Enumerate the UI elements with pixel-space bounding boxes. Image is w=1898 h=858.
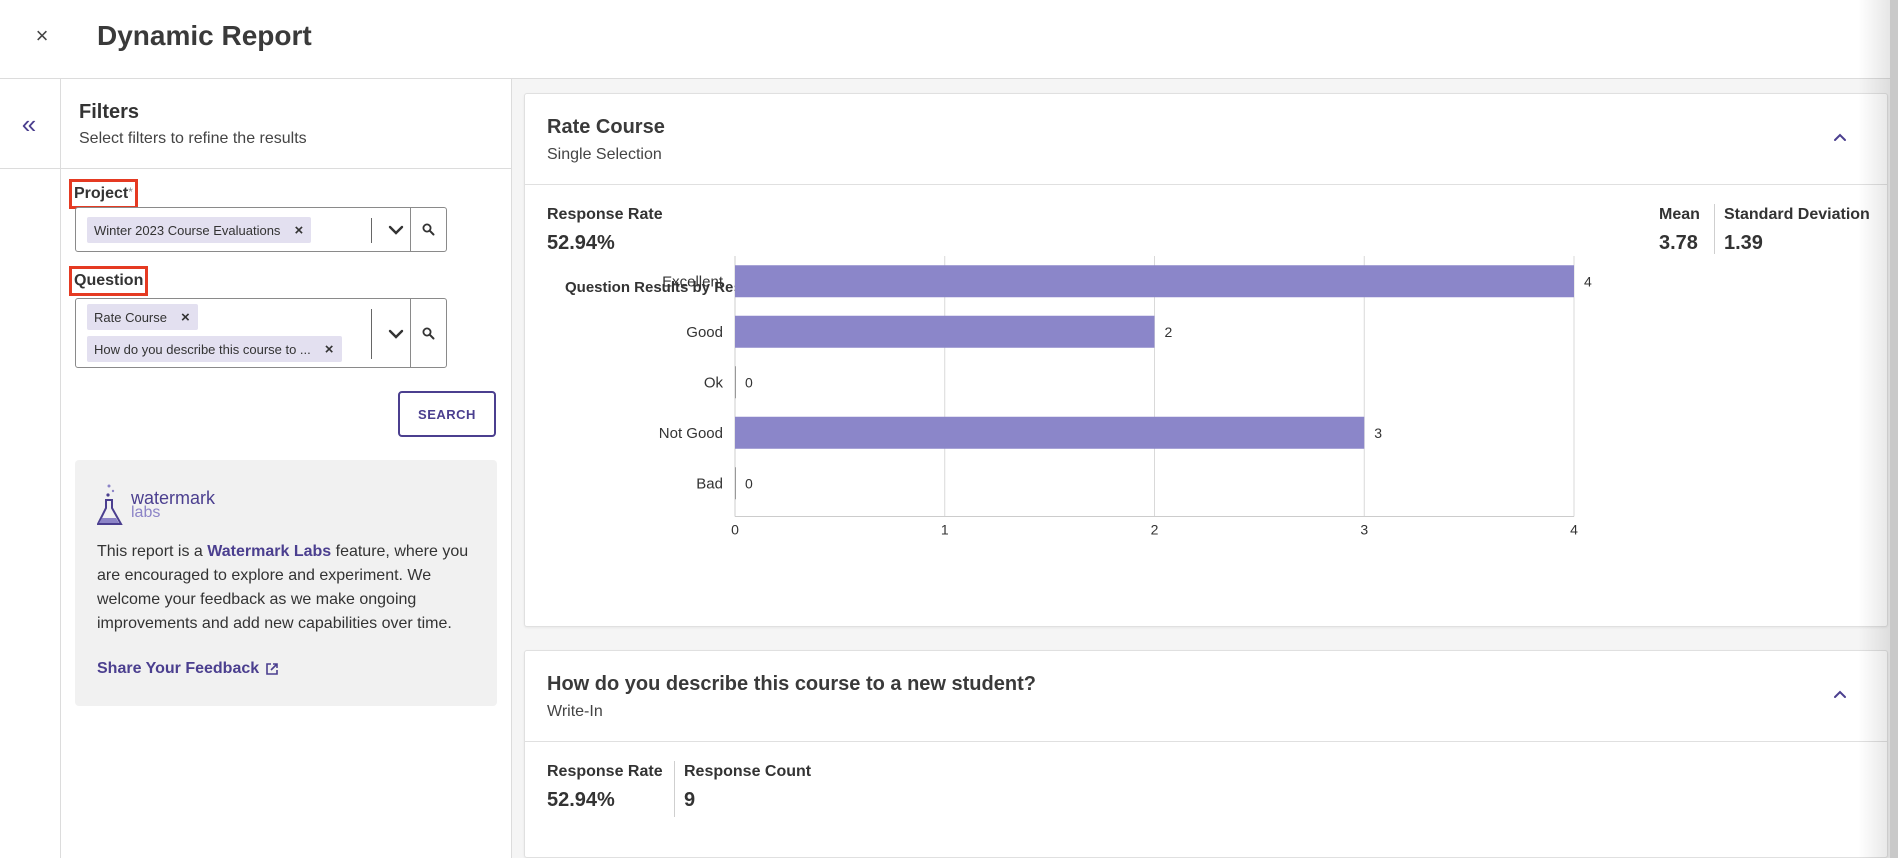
- chevron-down-icon[interactable]: [384, 322, 408, 346]
- remove-chip-icon[interactable]: ×: [325, 341, 334, 358]
- chip-label: Rate Course: [94, 309, 167, 325]
- stat-label: Response Count: [684, 763, 812, 780]
- search-icon: [422, 327, 435, 339]
- bar: [735, 315, 1155, 348]
- chevrons-left-icon: «: [21, 108, 37, 139]
- question-card: How do you describe this course to a new…: [524, 650, 1888, 858]
- page-title: Dynamic Report: [97, 20, 312, 51]
- stat-value: 52.94%: [547, 789, 615, 811]
- divider: [371, 309, 372, 359]
- search-icon: [422, 223, 435, 236]
- project-label-text: Project: [74, 185, 129, 202]
- card-subtitle: Write-In: [547, 703, 603, 720]
- remove-chip-icon[interactable]: ×: [294, 222, 303, 239]
- data-label: 0: [745, 475, 753, 491]
- main-content: Rate Course Single Selection Response Ra…: [512, 79, 1898, 858]
- chevron-up-icon: [1834, 690, 1846, 698]
- category-label: Not Good: [659, 425, 723, 442]
- question-label: Question: [69, 266, 149, 296]
- project-select[interactable]: Winter 2023 Course Evaluations ×: [75, 207, 447, 252]
- bar: [735, 467, 736, 500]
- category-label: Good: [686, 324, 723, 341]
- collapse-strip: «: [0, 79, 61, 858]
- flask-icon: [97, 484, 123, 525]
- x-tick-label: 1: [941, 522, 949, 538]
- question-card: Rate Course Single Selection Response Ra…: [524, 93, 1888, 627]
- share-feedback-link[interactable]: Share Your Feedback: [97, 660, 279, 678]
- project-search-button[interactable]: [410, 208, 446, 251]
- close-button[interactable]: ×: [28, 22, 56, 50]
- card-title: How do you describe this course to a new…: [547, 673, 1036, 695]
- collapse-card-button[interactable]: [1827, 681, 1853, 707]
- x-tick-label: 4: [1570, 522, 1578, 538]
- question-chip: Rate Course ×: [87, 304, 198, 330]
- feedback-link-text: Share Your Feedback: [97, 660, 260, 677]
- search-button[interactable]: SEARCH: [398, 391, 496, 437]
- data-label: 3: [1374, 425, 1382, 441]
- divider: [525, 741, 1887, 742]
- bar: [735, 416, 1365, 449]
- scrollbar[interactable]: [1890, 0, 1898, 858]
- collapse-filters-button[interactable]: «: [14, 109, 44, 139]
- data-label: 2: [1165, 324, 1173, 340]
- x-tick-label: 0: [731, 522, 739, 538]
- data-label: 0: [745, 374, 753, 390]
- divider: [371, 218, 372, 243]
- close-icon: ×: [35, 23, 49, 48]
- divider: [61, 168, 511, 169]
- project-label: Project*: [69, 179, 138, 209]
- filters-subtitle: Select filters to refine the results: [79, 130, 307, 147]
- filters-panel: Filters Select filters to refine the res…: [61, 79, 512, 858]
- watermark-labs-logo: watermark labs: [97, 482, 215, 528]
- bar: [735, 265, 1574, 298]
- filters-title: Filters: [79, 101, 140, 123]
- watermark-labs-box: watermark labs This report is a Watermar…: [75, 460, 497, 706]
- question-label-text: Question: [74, 272, 144, 289]
- chip-label: How do you describe this course to ...: [94, 341, 311, 357]
- external-link-icon: [266, 663, 278, 675]
- divider: [0, 168, 60, 169]
- response-rate-stat: Response Rate 52.94%: [547, 763, 663, 812]
- labs-bold-text: Watermark Labs: [207, 543, 332, 560]
- response-count-stat: Response Count 9: [684, 763, 811, 812]
- bar: [735, 366, 736, 399]
- remove-chip-icon[interactable]: ×: [181, 309, 190, 326]
- category-label: Excellent: [662, 273, 724, 290]
- labs-description: This report is a Watermark Labs feature,…: [97, 543, 469, 632]
- required-mark: *: [128, 185, 133, 199]
- chevron-down-icon[interactable]: [384, 218, 408, 242]
- app-header: × Dynamic Report: [0, 0, 1898, 79]
- category-label: Ok: [704, 374, 724, 391]
- question-select[interactable]: Rate Course × How do you describe this c…: [75, 298, 447, 368]
- category-label: Bad: [696, 475, 723, 492]
- bar-chart: 0 1 2 3 4 Excellent 4 Good 2 Ok 0 Not Good 3 Bad 0: [659, 256, 1592, 538]
- data-label: 4: [1584, 273, 1592, 289]
- question-chip: How do you describe this course to ... ×: [87, 336, 342, 362]
- stat-label: Response Rate: [547, 763, 663, 780]
- x-tick-label: 2: [1151, 522, 1159, 538]
- x-tick-label: 3: [1360, 522, 1368, 538]
- project-chip: Winter 2023 Course Evaluations ×: [87, 217, 312, 243]
- stat-value: 9: [684, 789, 696, 811]
- divider: [674, 761, 675, 817]
- chip-label: Winter 2023 Course Evaluations: [94, 222, 281, 238]
- question-search-button[interactable]: [410, 299, 446, 367]
